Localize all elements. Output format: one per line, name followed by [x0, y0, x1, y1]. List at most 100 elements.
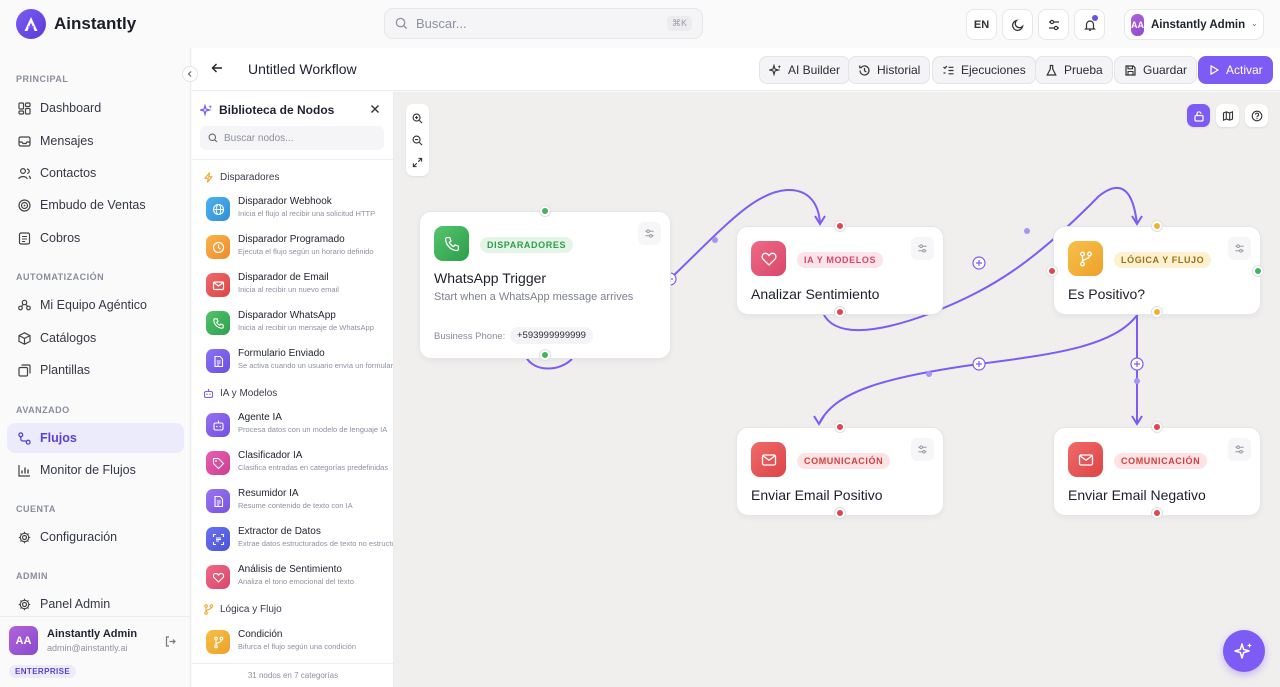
theme-toggle-button[interactable] — [1002, 9, 1033, 40]
language-button[interactable]: EN — [966, 9, 997, 40]
library-item-ai-classifier[interactable]: Clasificador IA Clasifica entradas en cat… — [206, 450, 393, 480]
ai-assistant-fab[interactable] — [1223, 630, 1265, 672]
sidebar-item-contacts[interactable]: Contactos — [7, 158, 184, 188]
category-logic-flow[interactable]: Lógica y Flujo — [203, 604, 282, 615]
workflow-canvas[interactable]: DISPARADORES WhatsApp Trigger Start when… — [394, 92, 1280, 687]
sidebar-item-admin-panel[interactable]: Panel Admin — [7, 589, 184, 619]
node-settings-button[interactable] — [1228, 438, 1251, 461]
library-item-scheduled-trigger[interactable]: Disparador Programado Ejecuta el flujo se… — [206, 234, 393, 264]
test-button[interactable]: Prueba — [1035, 56, 1113, 84]
sidebar-item-catalogs[interactable]: Catálogos — [7, 323, 184, 353]
notification-dot — [1092, 15, 1098, 21]
sidebar-item-sales-funnel[interactable]: Embudo de Ventas — [7, 190, 184, 220]
back-button[interactable] — [210, 61, 224, 75]
zoom-in-button[interactable] — [412, 113, 423, 124]
sidebar-item-payments[interactable]: Cobros — [7, 223, 184, 253]
sidebar-item-flows[interactable]: Flujos — [7, 423, 184, 453]
collapse-sidebar-button[interactable] — [182, 66, 198, 82]
settings-sliders-button[interactable] — [1038, 9, 1069, 40]
library-item-ai-agent[interactable]: Agente IA Procesa datos con un modelo de … — [206, 412, 393, 442]
node-search-input[interactable]: Buscar nodos... — [200, 126, 384, 150]
node-send-email-positive[interactable]: COMUNICACIÓN Enviar Email Positivo — [736, 422, 944, 518]
workflow-icon — [18, 431, 31, 445]
activate-button[interactable]: Activar — [1198, 56, 1273, 84]
library-item-whatsapp-trigger[interactable]: Disparador WhatsApp Inicia al recibir un … — [206, 310, 393, 340]
gear-icon — [18, 531, 31, 543]
notifications-button[interactable] — [1074, 9, 1105, 40]
node-category-chip: DISPARADORES — [480, 237, 574, 253]
node-send-email-negative[interactable]: COMUNICACIÓN Enviar Email Negativo — [1053, 422, 1261, 518]
lock-canvas-button[interactable] — [1187, 104, 1210, 127]
library-item-sentiment-analysis[interactable]: Análisis de Sentimiento Analiza el tono e… — [206, 564, 393, 594]
node-input-handle[interactable] — [540, 206, 550, 216]
library-item-ai-summarizer[interactable]: Resumidor IA Resume contenido de texto co… — [206, 488, 393, 518]
sidebar-user-card: AA Ainstantly Admin admin@ainstantly.ai … — [0, 616, 191, 687]
item-description: Ejecuta el flujo según un horario defini… — [238, 247, 374, 256]
add-node-on-edge-button[interactable] — [972, 357, 986, 371]
node-output-handle[interactable] — [1152, 508, 1162, 518]
robot-icon — [206, 413, 230, 437]
category-label: IA y Modelos — [220, 388, 278, 399]
sidebar-item-agentic-team[interactable]: Mi Equipo Agéntico — [7, 290, 184, 320]
zoom-out-button[interactable] — [412, 135, 423, 146]
node-settings-button[interactable] — [638, 222, 661, 245]
arrow-left-icon — [211, 63, 222, 73]
box-icon — [18, 331, 31, 345]
help-button[interactable] — [1245, 104, 1268, 127]
node-input-handle[interactable] — [1152, 422, 1162, 432]
category-triggers[interactable]: Disparadores — [203, 172, 279, 183]
node-settings-button[interactable] — [911, 438, 934, 461]
node-output-handle[interactable] — [835, 307, 845, 317]
section-title: AVANZADO — [16, 405, 70, 415]
node-input-handle[interactable] — [1152, 221, 1162, 231]
sidebar-item-messages[interactable]: Mensajes — [7, 126, 184, 156]
sidebar-item-settings[interactable]: Configuración — [7, 522, 184, 552]
sidebar-item-templates[interactable]: Plantillas — [7, 355, 184, 385]
robot-icon — [203, 389, 214, 399]
library-item-form-submitted[interactable]: Formulario Enviado Se activa cuando un us… — [206, 348, 393, 378]
save-button[interactable]: Guardar — [1114, 56, 1198, 84]
node-analyze-sentiment[interactable]: IA Y MODELOS Analizar Sentimiento — [736, 221, 944, 317]
minimap-button[interactable] — [1216, 104, 1239, 127]
node-output-handle[interactable] — [540, 350, 550, 360]
user-menu[interactable]: AA Ainstantly Admin — [1124, 9, 1264, 40]
heart-icon — [206, 565, 230, 589]
node-description: Start when a WhatsApp message arrives — [434, 291, 634, 303]
button-label: Prueba — [1064, 63, 1103, 77]
node-input-handle[interactable] — [835, 221, 845, 231]
library-item-email-trigger[interactable]: Disparador de Email Inicia al recibir un … — [206, 272, 393, 302]
logout-button[interactable] — [161, 632, 179, 650]
node-settings-button[interactable] — [1228, 237, 1251, 260]
item-description: Bifurca el flujo según una condición — [238, 642, 356, 651]
workflow-title[interactable]: Untitled Workflow — [248, 61, 357, 77]
workflow-header: Untitled Workflow AI Builder Historial E… — [192, 48, 1280, 91]
ai-builder-button[interactable]: AI Builder — [759, 56, 851, 84]
item-description: Inicia el flujo al recibir una solicitud… — [238, 209, 376, 218]
sidebar-item-dashboard[interactable]: Dashboard — [7, 93, 184, 123]
add-node-on-edge-button[interactable] — [1130, 357, 1144, 371]
edge-midpoint — [1134, 378, 1140, 384]
category-ai-models[interactable]: IA y Modelos — [203, 388, 277, 399]
close-library-button[interactable] — [370, 104, 380, 114]
library-item-data-extractor[interactable]: Extractor de Datos Extrae datos estructur… — [206, 526, 393, 556]
node-input-handle[interactable] — [835, 422, 845, 432]
global-search[interactable]: Buscar... ⌘K — [384, 8, 703, 39]
executions-button[interactable]: Ejecuciones — [932, 56, 1036, 84]
node-output-handle[interactable] — [1152, 307, 1162, 317]
node-false-handle[interactable] — [1047, 266, 1057, 276]
play-icon — [1210, 65, 1219, 75]
library-item-webhook-trigger[interactable]: Disparador Webhook Inicia el flujo al rec… — [206, 196, 393, 226]
app-logo[interactable]: Ainstantly — [16, 9, 136, 39]
node-is-positive[interactable]: LÓGICA Y FLUJO Es Positivo? — [1047, 221, 1263, 317]
node-output-handle[interactable] — [835, 508, 845, 518]
node-title: Enviar Email Positivo — [751, 487, 883, 503]
fit-view-button[interactable] — [412, 157, 423, 168]
node-whatsapp-trigger[interactable]: DISPARADORES WhatsApp Trigger Start when… — [419, 206, 671, 360]
history-button[interactable]: Historial — [848, 56, 931, 84]
add-node-on-edge-button[interactable] — [972, 256, 986, 270]
library-item-condition[interactable]: Condición Bifurca el flujo según una cond… — [206, 629, 393, 659]
plan-badge: ENTERPRISE — [9, 665, 77, 678]
node-settings-button[interactable] — [911, 237, 934, 260]
node-true-handle[interactable] — [1253, 266, 1263, 276]
sidebar-item-flow-monitor[interactable]: Monitor de Flujos — [7, 455, 184, 485]
